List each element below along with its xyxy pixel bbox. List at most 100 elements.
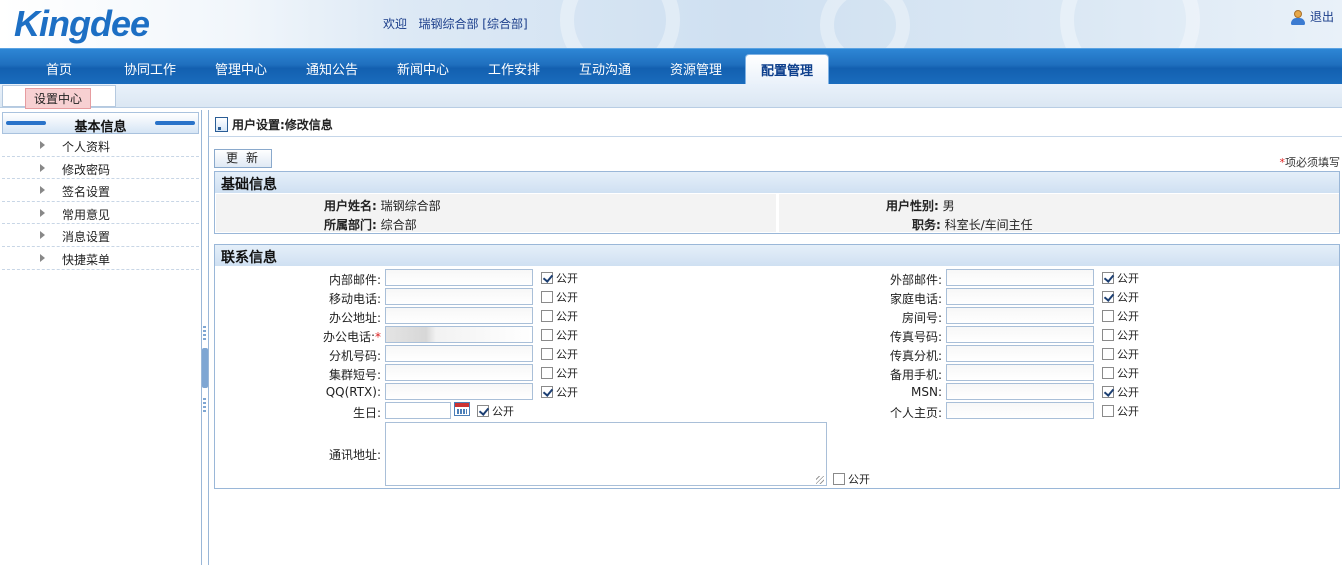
checkbox-icon bbox=[541, 348, 553, 360]
fax-number-public-checkbox[interactable]: 公开 bbox=[1102, 327, 1139, 343]
external-email-label: 外部邮件: bbox=[889, 273, 942, 287]
external-email-input[interactable] bbox=[946, 269, 1094, 286]
sidebar-item-shortcut-menu[interactable]: 快捷菜单 bbox=[2, 247, 199, 270]
resize-grip-icon[interactable] bbox=[816, 476, 824, 484]
msn-input[interactable] bbox=[946, 383, 1094, 400]
banner-decoration bbox=[560, 0, 680, 48]
mailing-address-label: 通讯地址: bbox=[328, 448, 381, 462]
basic-info-section: 基础信息 用户姓名: 瑞钢综合部 所属部门: 综合部 用户性别: 男 职务: 科… bbox=[214, 171, 1340, 234]
nav-item-configuration[interactable]: 配置管理 bbox=[745, 54, 829, 85]
checkbox-icon bbox=[1102, 310, 1114, 322]
nav-item-news[interactable]: 新闻中心 bbox=[383, 59, 463, 78]
gender-row: 用户性别: 男 bbox=[886, 199, 955, 213]
fax-extension-label: 传真分机: bbox=[889, 349, 942, 363]
extension-label: 分机号码: bbox=[328, 349, 381, 363]
tab-settings-center[interactable]: 设置中心 bbox=[2, 85, 116, 109]
nav-item-communication[interactable]: 互动沟通 bbox=[565, 59, 645, 78]
checkbox-icon bbox=[541, 291, 553, 303]
nav-item-collaboration[interactable]: 协同工作 bbox=[110, 59, 190, 78]
backup-mobile-public-checkbox[interactable]: 公开 bbox=[1102, 365, 1139, 381]
page-title: 用户设置:修改信息 bbox=[215, 116, 333, 133]
sidebar-item-common-opinions[interactable]: 常用意见 bbox=[2, 202, 199, 225]
msn-label: MSN: bbox=[911, 385, 942, 399]
arrow-right-icon bbox=[40, 231, 45, 240]
room-number-public-checkbox[interactable]: 公开 bbox=[1102, 308, 1139, 324]
birthday-public-checkbox[interactable]: 公开 bbox=[477, 403, 514, 419]
nav-item-notices[interactable]: 通知公告 bbox=[292, 59, 372, 78]
extension-public-checkbox[interactable]: 公开 bbox=[541, 346, 578, 362]
home-phone-input[interactable] bbox=[946, 288, 1094, 305]
fax-number-label: 传真号码: bbox=[889, 330, 942, 344]
checkbox-icon bbox=[833, 473, 845, 485]
nav-item-management[interactable]: 管理中心 bbox=[201, 59, 281, 78]
cluster-short-number-public-checkbox[interactable]: 公开 bbox=[541, 365, 578, 381]
mobile-phone-public-checkbox[interactable]: 公开 bbox=[541, 289, 578, 305]
external-email-public-checkbox[interactable]: 公开 bbox=[1102, 270, 1139, 286]
checkbox-icon bbox=[541, 310, 553, 322]
nav-item-resources[interactable]: 资源管理 bbox=[656, 59, 736, 78]
sidebar-title: 基本信息 bbox=[2, 112, 199, 135]
office-phone-public-checkbox[interactable]: 公开 bbox=[541, 327, 578, 343]
mobile-phone-label: 移动电话: bbox=[328, 292, 381, 306]
welcome-text: 欢迎 瑞钢综合部 [综合部] bbox=[383, 17, 528, 31]
checkbox-icon bbox=[1102, 367, 1114, 379]
qq-rtx-input[interactable] bbox=[385, 383, 533, 400]
kingdee-logo: Kingdee bbox=[14, 3, 150, 44]
arrow-right-icon bbox=[40, 186, 45, 195]
nav-item-work-schedule[interactable]: 工作安排 bbox=[474, 59, 554, 78]
user-name-row: 用户姓名: 瑞钢综合部 bbox=[324, 199, 441, 213]
room-number-label: 房间号: bbox=[901, 311, 942, 325]
sidebar: 基本信息 个人资料 修改密码 签名设置 常用意见 消息设置 快捷菜单 bbox=[0, 110, 202, 565]
internal-email-label: 内部邮件: bbox=[328, 273, 381, 287]
arrow-right-icon bbox=[40, 141, 45, 149]
cluster-short-number-label: 集群短号: bbox=[328, 368, 381, 382]
user-icon bbox=[1290, 9, 1306, 25]
contact-info-section: 联系信息 内部邮件: 公开 移动电话: 公开 办公地址: 公开 办公电话:* 公… bbox=[214, 244, 1340, 489]
checkbox-checked-icon bbox=[1102, 291, 1114, 303]
extension-input[interactable] bbox=[385, 345, 533, 362]
checkbox-checked-icon bbox=[541, 386, 553, 398]
checkbox-icon bbox=[1102, 348, 1114, 360]
arrow-right-icon bbox=[40, 208, 45, 217]
office-address-input[interactable] bbox=[385, 307, 533, 324]
birthday-input[interactable] bbox=[385, 402, 451, 419]
mailing-address-public-checkbox[interactable]: 公开 bbox=[833, 471, 870, 487]
home-phone-public-checkbox[interactable]: 公开 bbox=[1102, 289, 1139, 305]
cluster-short-number-input[interactable] bbox=[385, 364, 533, 381]
arrow-right-icon bbox=[40, 163, 45, 172]
fax-extension-public-checkbox[interactable]: 公开 bbox=[1102, 346, 1139, 362]
main-content: 用户设置:修改信息 更新 *项必须填写 基础信息 用户姓名: 瑞钢综合部 所属部… bbox=[208, 110, 1342, 565]
backup-mobile-input[interactable] bbox=[946, 364, 1094, 381]
fax-number-input[interactable] bbox=[946, 326, 1094, 343]
fax-extension-input[interactable] bbox=[946, 345, 1094, 362]
homepage-public-checkbox[interactable]: 公开 bbox=[1102, 403, 1139, 419]
divider bbox=[209, 136, 1342, 137]
office-address-public-checkbox[interactable]: 公开 bbox=[541, 308, 578, 324]
banner-decoration bbox=[1060, 0, 1200, 48]
office-phone-input[interactable] bbox=[385, 326, 533, 343]
sidebar-item-signature[interactable]: 签名设置 bbox=[2, 179, 199, 202]
mailing-address-textarea[interactable] bbox=[385, 422, 827, 486]
logout-button[interactable]: 退出 bbox=[1290, 8, 1334, 25]
room-number-input[interactable] bbox=[946, 307, 1094, 324]
sidebar-item-message-settings[interactable]: 消息设置 bbox=[2, 224, 199, 247]
arrow-right-icon bbox=[40, 253, 45, 262]
sidebar-item-profile[interactable]: 个人资料 bbox=[2, 134, 199, 157]
document-icon bbox=[215, 117, 228, 132]
update-button[interactable]: 更新 bbox=[214, 149, 272, 168]
nav-item-home[interactable]: 首页 bbox=[19, 59, 99, 78]
homepage-label: 个人主页: bbox=[889, 406, 942, 420]
mobile-phone-input[interactable] bbox=[385, 288, 533, 305]
qq-rtx-public-checkbox[interactable]: 公开 bbox=[541, 384, 578, 400]
homepage-input[interactable] bbox=[946, 402, 1094, 419]
basic-info-left-panel bbox=[216, 194, 776, 232]
msn-public-checkbox[interactable]: 公开 bbox=[1102, 384, 1139, 400]
sidebar-item-change-password[interactable]: 修改密码 bbox=[2, 157, 199, 180]
calendar-icon[interactable] bbox=[454, 402, 470, 416]
internal-email-public-checkbox[interactable]: 公开 bbox=[541, 270, 578, 286]
qq-rtx-label: QQ(RTX): bbox=[325, 385, 381, 399]
internal-email-input[interactable] bbox=[385, 269, 533, 286]
checkbox-icon bbox=[1102, 405, 1114, 417]
checkbox-checked-icon bbox=[477, 405, 489, 417]
checkbox-checked-icon bbox=[1102, 272, 1114, 284]
